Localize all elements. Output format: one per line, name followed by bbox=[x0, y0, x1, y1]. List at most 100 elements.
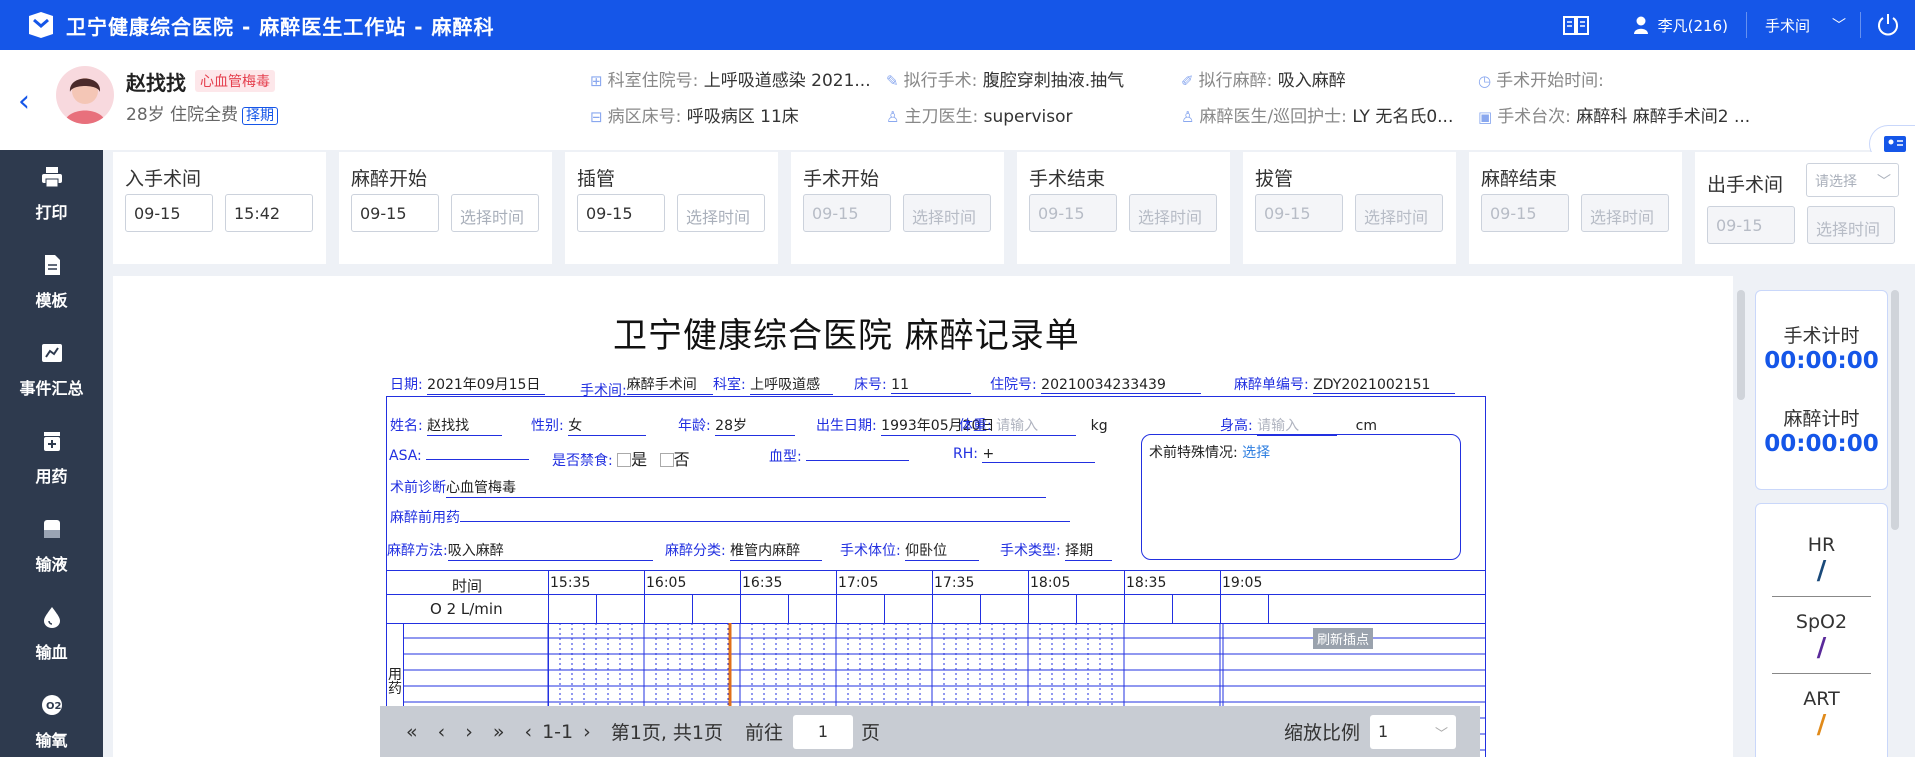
patient-header: ‹ 赵找找 心血管梅毒 28岁 住院全费 择期 ⊞ 科室住院号: 上呼吸道感染 20… bbox=[0, 50, 1915, 163]
patient-name: 赵找找 bbox=[126, 71, 186, 95]
surgery-timer-label: 手术计时 bbox=[1783, 325, 1860, 347]
time-card-anesthesia-end: 麻醉结束 09-15 选择时间 bbox=[1469, 152, 1682, 264]
syringe-icon: ✐ bbox=[1181, 72, 1194, 90]
time-input[interactable]: 选择时间 bbox=[1129, 194, 1217, 232]
scrollbar[interactable] bbox=[1737, 290, 1745, 400]
next-range-icon[interactable]: › bbox=[583, 721, 591, 743]
last-page-icon[interactable]: » bbox=[493, 721, 505, 743]
printer-icon bbox=[41, 167, 62, 188]
id-card-icon bbox=[1884, 136, 1906, 152]
vital-art-mark: / bbox=[1816, 710, 1827, 740]
time-card-intubation: 插管 09-15 选择时间 bbox=[565, 152, 778, 264]
oxygen-icon: O2 bbox=[41, 695, 62, 715]
date-input[interactable]: 09-15 bbox=[803, 194, 891, 232]
sidebar-item-medication[interactable]: 用药 bbox=[0, 430, 103, 487]
bed-icon: ⊟ bbox=[590, 108, 603, 126]
info-dept-inpatient: ⊞ 科室住院号: 上呼吸道感染 2021... bbox=[590, 71, 871, 91]
elective-badge: 择期 bbox=[242, 107, 279, 125]
info-planned-anesthesia: ✐ 拟行麻醉: 吸入麻醉 bbox=[1181, 71, 1346, 91]
date-input[interactable]: 09-15 bbox=[1255, 194, 1343, 232]
avatar bbox=[56, 66, 114, 124]
date-input[interactable]: 09-15 bbox=[1707, 206, 1795, 244]
vital-spo2-label: SpO2 bbox=[1795, 611, 1848, 633]
refresh-points-button[interactable]: 刷新插点 bbox=[1313, 628, 1374, 649]
user-name[interactable]: 李凡(216) bbox=[1658, 15, 1728, 36]
chart-icon bbox=[41, 344, 62, 362]
record-grid bbox=[403, 623, 1486, 757]
doctor-icon: ♙ bbox=[886, 108, 900, 126]
clock-icon: ◷ bbox=[1478, 72, 1492, 90]
next-page-icon[interactable]: › bbox=[465, 721, 473, 743]
date-input[interactable]: 09-15 bbox=[1029, 194, 1117, 232]
anesthesia-timer-label: 麻醉计时 bbox=[1783, 408, 1860, 430]
sidebar-item-template[interactable]: 模板 bbox=[0, 254, 103, 311]
diagnosis-tag: 心血管梅毒 bbox=[195, 70, 275, 92]
first-page-icon[interactable]: « bbox=[406, 721, 418, 743]
goto-page-input[interactable]: 1 bbox=[793, 714, 854, 749]
sidebar-item-event-summary[interactable]: 事件汇总 bbox=[0, 342, 103, 399]
time-input[interactable]: 选择时间 bbox=[1807, 206, 1895, 244]
info-ward-bed: ⊟ 病区床号: 呼吸病区 11床 bbox=[590, 107, 799, 127]
info-planned-surgery: ✎ 拟行手术: 腹腔穿刺抽液.抽气 bbox=[886, 71, 1125, 91]
date-input[interactable]: 09-15 bbox=[125, 194, 213, 232]
sidebar-item-blood[interactable]: 输血 bbox=[0, 606, 103, 663]
surgery-timer: 00:00:00 bbox=[1764, 348, 1879, 374]
sidebar-item-infusion[interactable]: 输液 bbox=[0, 518, 103, 575]
time-input[interactable]: 选择时间 bbox=[1581, 194, 1669, 232]
prev-range-icon[interactable]: ‹ bbox=[524, 721, 532, 743]
zoom-select[interactable]: 1 ﹀ bbox=[1370, 714, 1456, 749]
chevron-down-icon: ﹀ bbox=[1434, 726, 1448, 742]
blood-drop-icon bbox=[43, 607, 60, 628]
time-input[interactable]: 选择时间 bbox=[677, 194, 765, 232]
time-card-anesthesia-start: 麻醉开始 09-15 选择时间 bbox=[339, 152, 552, 264]
time-card-enter-room: 入手术间 09-15 15:42 bbox=[113, 152, 326, 264]
room-selector[interactable]: 手术间 bbox=[1765, 15, 1810, 36]
sidebar-item-print[interactable]: 打印 bbox=[0, 166, 103, 223]
back-arrow-icon[interactable]: ‹ bbox=[18, 84, 30, 119]
vitals-panel: HR / SpO2 / ART / bbox=[1755, 503, 1888, 757]
page-range: 1-1 bbox=[542, 720, 574, 743]
timer-panel: 手术计时 00:00:00 麻醉计时 00:00:00 bbox=[1755, 290, 1888, 490]
prev-page-icon[interactable]: ‹ bbox=[438, 721, 446, 743]
date-input[interactable]: 09-15 bbox=[577, 194, 665, 232]
anesthesia-record-sheet: 卫宁健康综合医院 麻醉记录单 日期: 2021年09月15日 手术间:麻醉手术间… bbox=[113, 276, 1745, 757]
vital-hr-mark: / bbox=[1816, 556, 1827, 586]
app-logo-icon bbox=[29, 12, 53, 38]
time-input[interactable]: 选择时间 bbox=[1355, 194, 1443, 232]
time-card-surgery-end: 手术结束 09-15 选择时间 bbox=[1017, 152, 1230, 264]
date-input[interactable]: 09-15 bbox=[1481, 194, 1569, 232]
sidebar: 打印 模板 事件汇总 用药 输液 输血 O2 输氧 bbox=[0, 150, 103, 757]
app-title: 卫宁健康综合医院 - 麻醉医生工作站 - 麻醉科 bbox=[66, 14, 495, 39]
chevron-down-icon: ﹀ bbox=[1877, 174, 1891, 190]
anesthesia-timer: 00:00:00 bbox=[1764, 431, 1879, 457]
book-icon[interactable] bbox=[1562, 14, 1590, 36]
hospital-icon: ⊞ bbox=[590, 72, 603, 90]
iv-bag-icon bbox=[43, 520, 60, 538]
time-card-surgery-start: 手术开始 09-15 选择时间 bbox=[791, 152, 1004, 264]
vital-art-label: ART bbox=[1803, 688, 1840, 710]
sidebar-item-oxygen[interactable]: O2 输氧 bbox=[0, 694, 103, 751]
time-input[interactable]: 选择时间 bbox=[451, 194, 539, 232]
pill-box-icon bbox=[43, 432, 60, 451]
page-unit: 页 bbox=[861, 722, 881, 744]
chevron-down-icon[interactable]: ﹀ bbox=[1832, 15, 1846, 35]
pen-icon: ✎ bbox=[886, 72, 899, 90]
person-icon: ♙ bbox=[1181, 108, 1195, 126]
date-input[interactable]: 09-15 bbox=[351, 194, 439, 232]
time-input[interactable]: 15:42 bbox=[225, 194, 313, 232]
info-surgery-order: ▣ 手术台次: 麻醉科 麻醉手术间2 ... bbox=[1478, 107, 1751, 127]
right-scrollbar[interactable] bbox=[1891, 290, 1899, 530]
room-select[interactable]: 请选择 ﹀ bbox=[1806, 163, 1899, 197]
calendar-icon: ▣ bbox=[1478, 108, 1493, 126]
goto-label: 前往 bbox=[745, 722, 784, 744]
vital-spo2-mark: / bbox=[1816, 633, 1827, 663]
power-icon[interactable] bbox=[1875, 12, 1901, 38]
time-card-extubation: 拔管 09-15 选择时间 bbox=[1243, 152, 1456, 264]
user-icon bbox=[1633, 16, 1648, 34]
info-surgery-start: ◷ 手术开始时间: bbox=[1478, 71, 1604, 91]
info-anesthetist-nurse: ♙ 麻醉医生/巡回护士: LY 无名氏0... bbox=[1181, 107, 1454, 127]
document-icon bbox=[44, 255, 60, 275]
zoom-label: 缩放比例 bbox=[1283, 722, 1360, 744]
time-input[interactable]: 选择时间 bbox=[903, 194, 991, 232]
time-card-leave-room: 出手术间 请选择 ﹀ 09-15 选择时间 bbox=[1695, 152, 1915, 264]
